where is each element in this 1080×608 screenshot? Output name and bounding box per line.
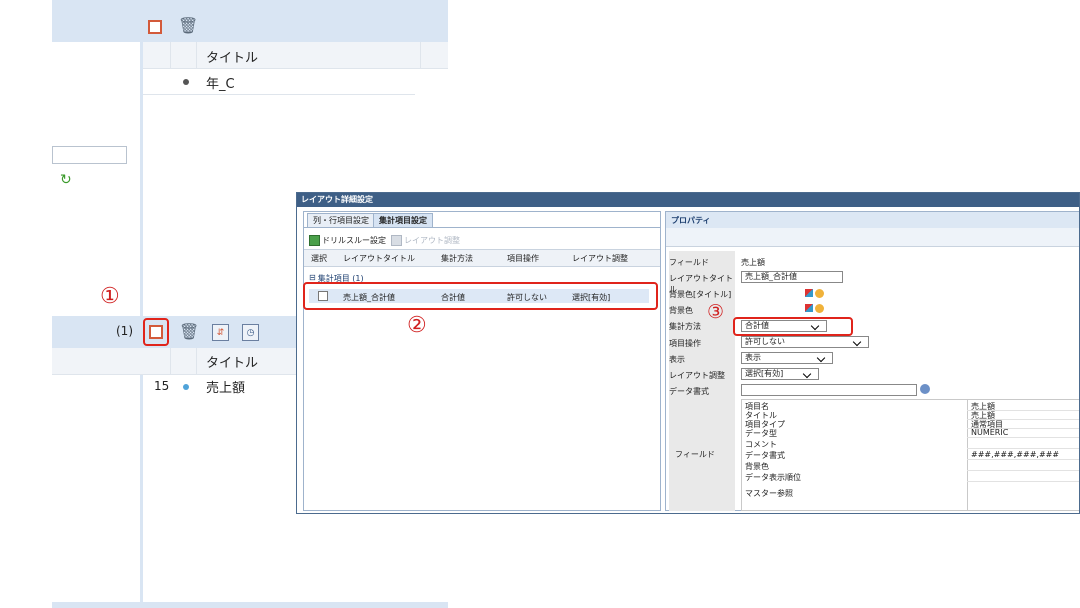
field-info-value: NUMERIC (971, 428, 1009, 437)
th-layout-title: レイアウトタイトル (343, 254, 415, 263)
prop-label-data-format: データ書式 (669, 387, 709, 396)
color-swatch-icon[interactable] (805, 304, 813, 312)
properties-header: プロパティ (671, 216, 711, 225)
left-tab-strip (304, 227, 660, 228)
field-info-key: データ書式 (745, 451, 785, 460)
prop-label-layout-adjust: レイアウト調整 (669, 371, 725, 380)
prop-value-field: 売上額 (741, 258, 765, 267)
annotation-2: ② (407, 313, 427, 338)
layout-adjust-icon (391, 235, 402, 246)
field-info-key: 背景色 (745, 462, 769, 471)
drillthrough-icon (309, 235, 320, 246)
th-operation: 項目操作 (507, 254, 539, 263)
clock-icon[interactable]: ◷ (242, 324, 259, 341)
prop-label-method: 集計方法 (669, 322, 701, 331)
format-picker-icon[interactable] (920, 384, 930, 394)
palette-icon[interactable] (815, 289, 824, 298)
field-info-key: コメント (745, 440, 777, 449)
field-info-row-line (967, 437, 1079, 438)
bottom-row-dot (183, 384, 189, 390)
prop-label-field: フィールド (669, 258, 709, 267)
bottom-col-title[interactable]: タイトル (206, 352, 258, 371)
left-input-field[interactable] (52, 146, 127, 164)
trash-icon[interactable]: 🗑 (178, 16, 198, 35)
prop-label-bg-title: 背景色[タイトル] (669, 290, 732, 299)
dialog-title: レイアウト詳細設定 (297, 193, 1079, 207)
tab-aggregate-settings[interactable]: 集計項目設定 (373, 213, 433, 228)
field-info-key: データ表示順位 (745, 473, 801, 482)
top-row-dot (183, 79, 189, 85)
prop-label-operation: 項目操作 (669, 339, 701, 348)
top-grid-header (143, 42, 448, 69)
th-method: 集計方法 (441, 254, 473, 263)
field-info-key: データ型 (745, 429, 777, 438)
tab-row-col-settings[interactable]: 列・行項目設定 (307, 213, 375, 228)
properties-header-bar (666, 212, 1079, 228)
field-info-row-line (967, 470, 1079, 471)
th-select: 選択 (311, 254, 327, 263)
color-swatch-icon[interactable] (805, 289, 813, 297)
top-header-bar (52, 0, 448, 42)
properties-sub-bar (666, 228, 1079, 247)
bottom-footer-bar (52, 602, 448, 608)
field-group-label: フィールド (675, 450, 715, 459)
bottom-row-num: 15 (154, 379, 170, 393)
field-info-key: マスター参照 (745, 489, 793, 498)
bottom-header-bar (52, 316, 296, 348)
display-select[interactable]: 表示 (741, 352, 833, 364)
bottom-row-value[interactable]: 売上額 (206, 377, 245, 396)
annotation-1: ① (100, 284, 120, 309)
top-row-value[interactable]: 年_C (206, 73, 235, 92)
highlight-box-3 (733, 317, 853, 336)
bottom-grid-header (52, 348, 296, 375)
field-info-row-line (967, 448, 1079, 449)
highlight-box-1 (143, 318, 169, 346)
prop-layout-title-input[interactable]: 売上額_合計値 (741, 271, 843, 283)
top-col-title[interactable]: タイトル (206, 47, 258, 66)
drillthrough-button[interactable]: ドリルスルー設定 (309, 235, 386, 246)
th-adjust: レイアウト調整 (572, 254, 628, 263)
layout-adjust-button[interactable]: レイアウト調整 (391, 235, 460, 246)
highlight-box-2 (303, 282, 658, 310)
export-icon[interactable]: ⇵ (212, 324, 229, 341)
layout-adjust-select[interactable]: 選択[有効] (741, 368, 819, 380)
calendar-icon[interactable] (148, 20, 162, 34)
data-format-input[interactable] (741, 384, 917, 396)
palette-icon[interactable] (815, 304, 824, 313)
field-info-value: ###,###,###,### (971, 450, 1060, 459)
refresh-icon[interactable]: ↻ (60, 172, 72, 188)
operation-select[interactable]: 許可しない (741, 336, 869, 348)
annotation-3: ③ (707, 301, 725, 323)
prop-label-display: 表示 (669, 355, 685, 364)
field-info-row-line (967, 481, 1079, 482)
layout-adjust-label: レイアウト調整 (404, 236, 460, 245)
trash-icon[interactable]: 🗑 (179, 322, 199, 341)
field-info-divider (967, 399, 968, 511)
prop-label-bg: 背景色 (669, 306, 693, 315)
field-info-row-line (967, 459, 1079, 460)
left-panel-divider (140, 0, 143, 608)
drillthrough-label: ドリルスルー設定 (322, 236, 386, 245)
layout-detail-dialog: レイアウト詳細設定 列・行項目設定 集計項目設定 ドリルスルー設定 レイアウト調… (296, 192, 1080, 514)
count-badge: (1) (116, 324, 133, 338)
